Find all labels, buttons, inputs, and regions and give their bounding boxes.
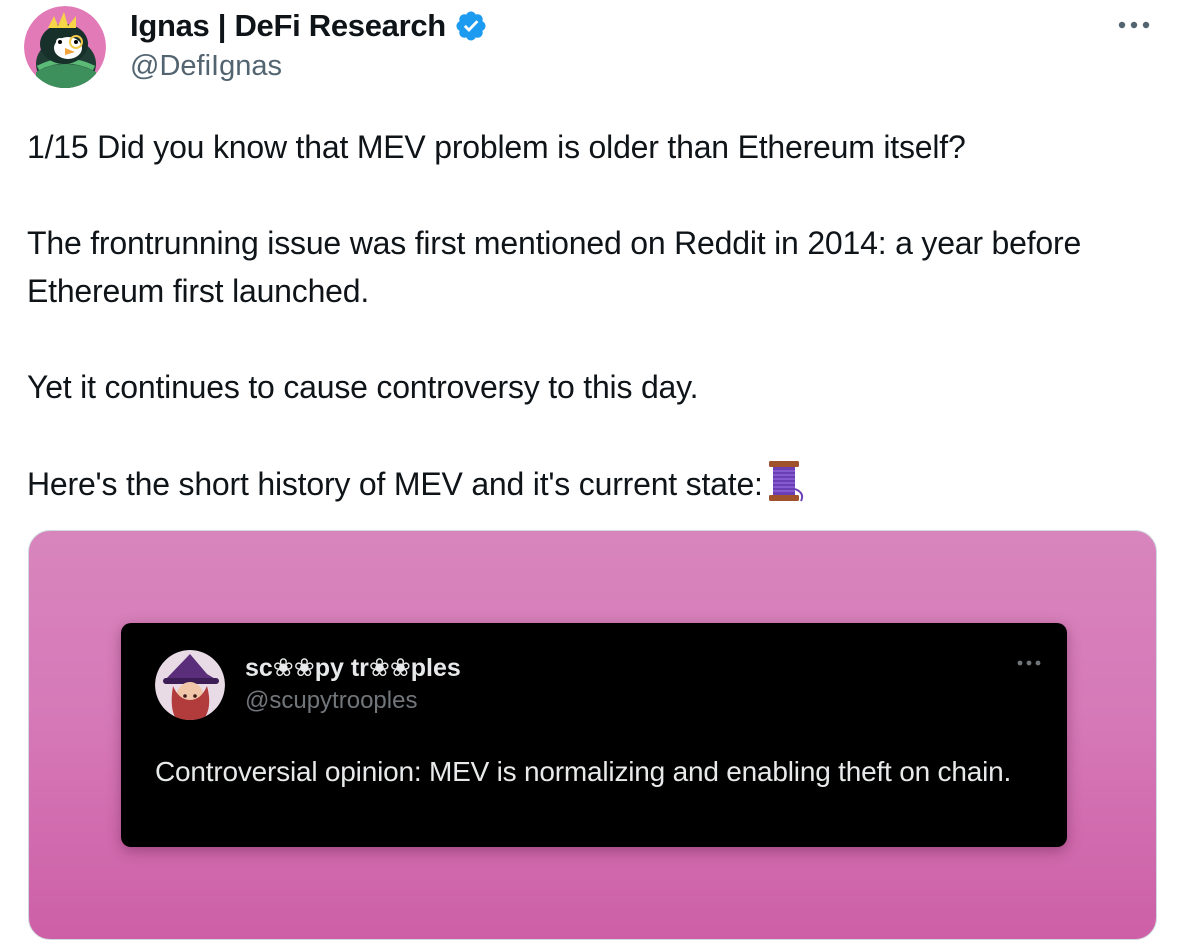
quoted-author-handle: @scupytrooples [245, 687, 418, 714]
tweet-paragraph: 1/15 Did you know that MEV problem is ol… [27, 129, 966, 165]
quoted-tweet-text: Controversial opinion: MEV is normalizin… [155, 756, 1012, 787]
tweet-paragraph: Yet it continues to cause controversy to… [27, 369, 699, 405]
tweet-paragraph-text: Here's the short history of MEV and it's… [27, 466, 763, 502]
more-horizontal-icon [1017, 660, 1041, 666]
quoted-tweet-screenshot: sc❀❀py tr❀❀ples @scupytrooples Controver… [121, 623, 1067, 847]
author-avatar[interactable] [24, 6, 106, 88]
author-handle[interactable]: @DefiIgnas [130, 50, 282, 83]
witch-avatar-icon [155, 650, 225, 720]
tweet-media-image[interactable]: sc❀❀py tr❀❀ples @scupytrooples Controver… [28, 530, 1157, 940]
verified-badge-icon [456, 11, 486, 41]
quoted-author-avatar [155, 650, 225, 720]
tweet-paragraph: The frontrunning issue was first mention… [27, 225, 1090, 309]
more-horizontal-icon [1118, 21, 1150, 29]
author-name[interactable]: Ignas | DeFi Research [130, 8, 488, 44]
tweet: Ignas | DeFi Research @DefiIgnas 1/15 Di… [0, 0, 1186, 950]
spool-of-thread-icon [768, 461, 803, 502]
tweet-paragraph-last: Here's the short history of MEV and it's… [27, 459, 1157, 508]
quoted-more-options [1013, 653, 1045, 673]
quoted-author-name: sc❀❀py tr❀❀ples [245, 654, 461, 682]
tweet-text: 1/15 Did you know that MEV problem is ol… [27, 123, 1157, 508]
more-options-button[interactable] [1112, 10, 1156, 40]
author-display-name: Ignas | DeFi Research [130, 8, 446, 43]
penguin-avatar-icon [24, 6, 106, 88]
